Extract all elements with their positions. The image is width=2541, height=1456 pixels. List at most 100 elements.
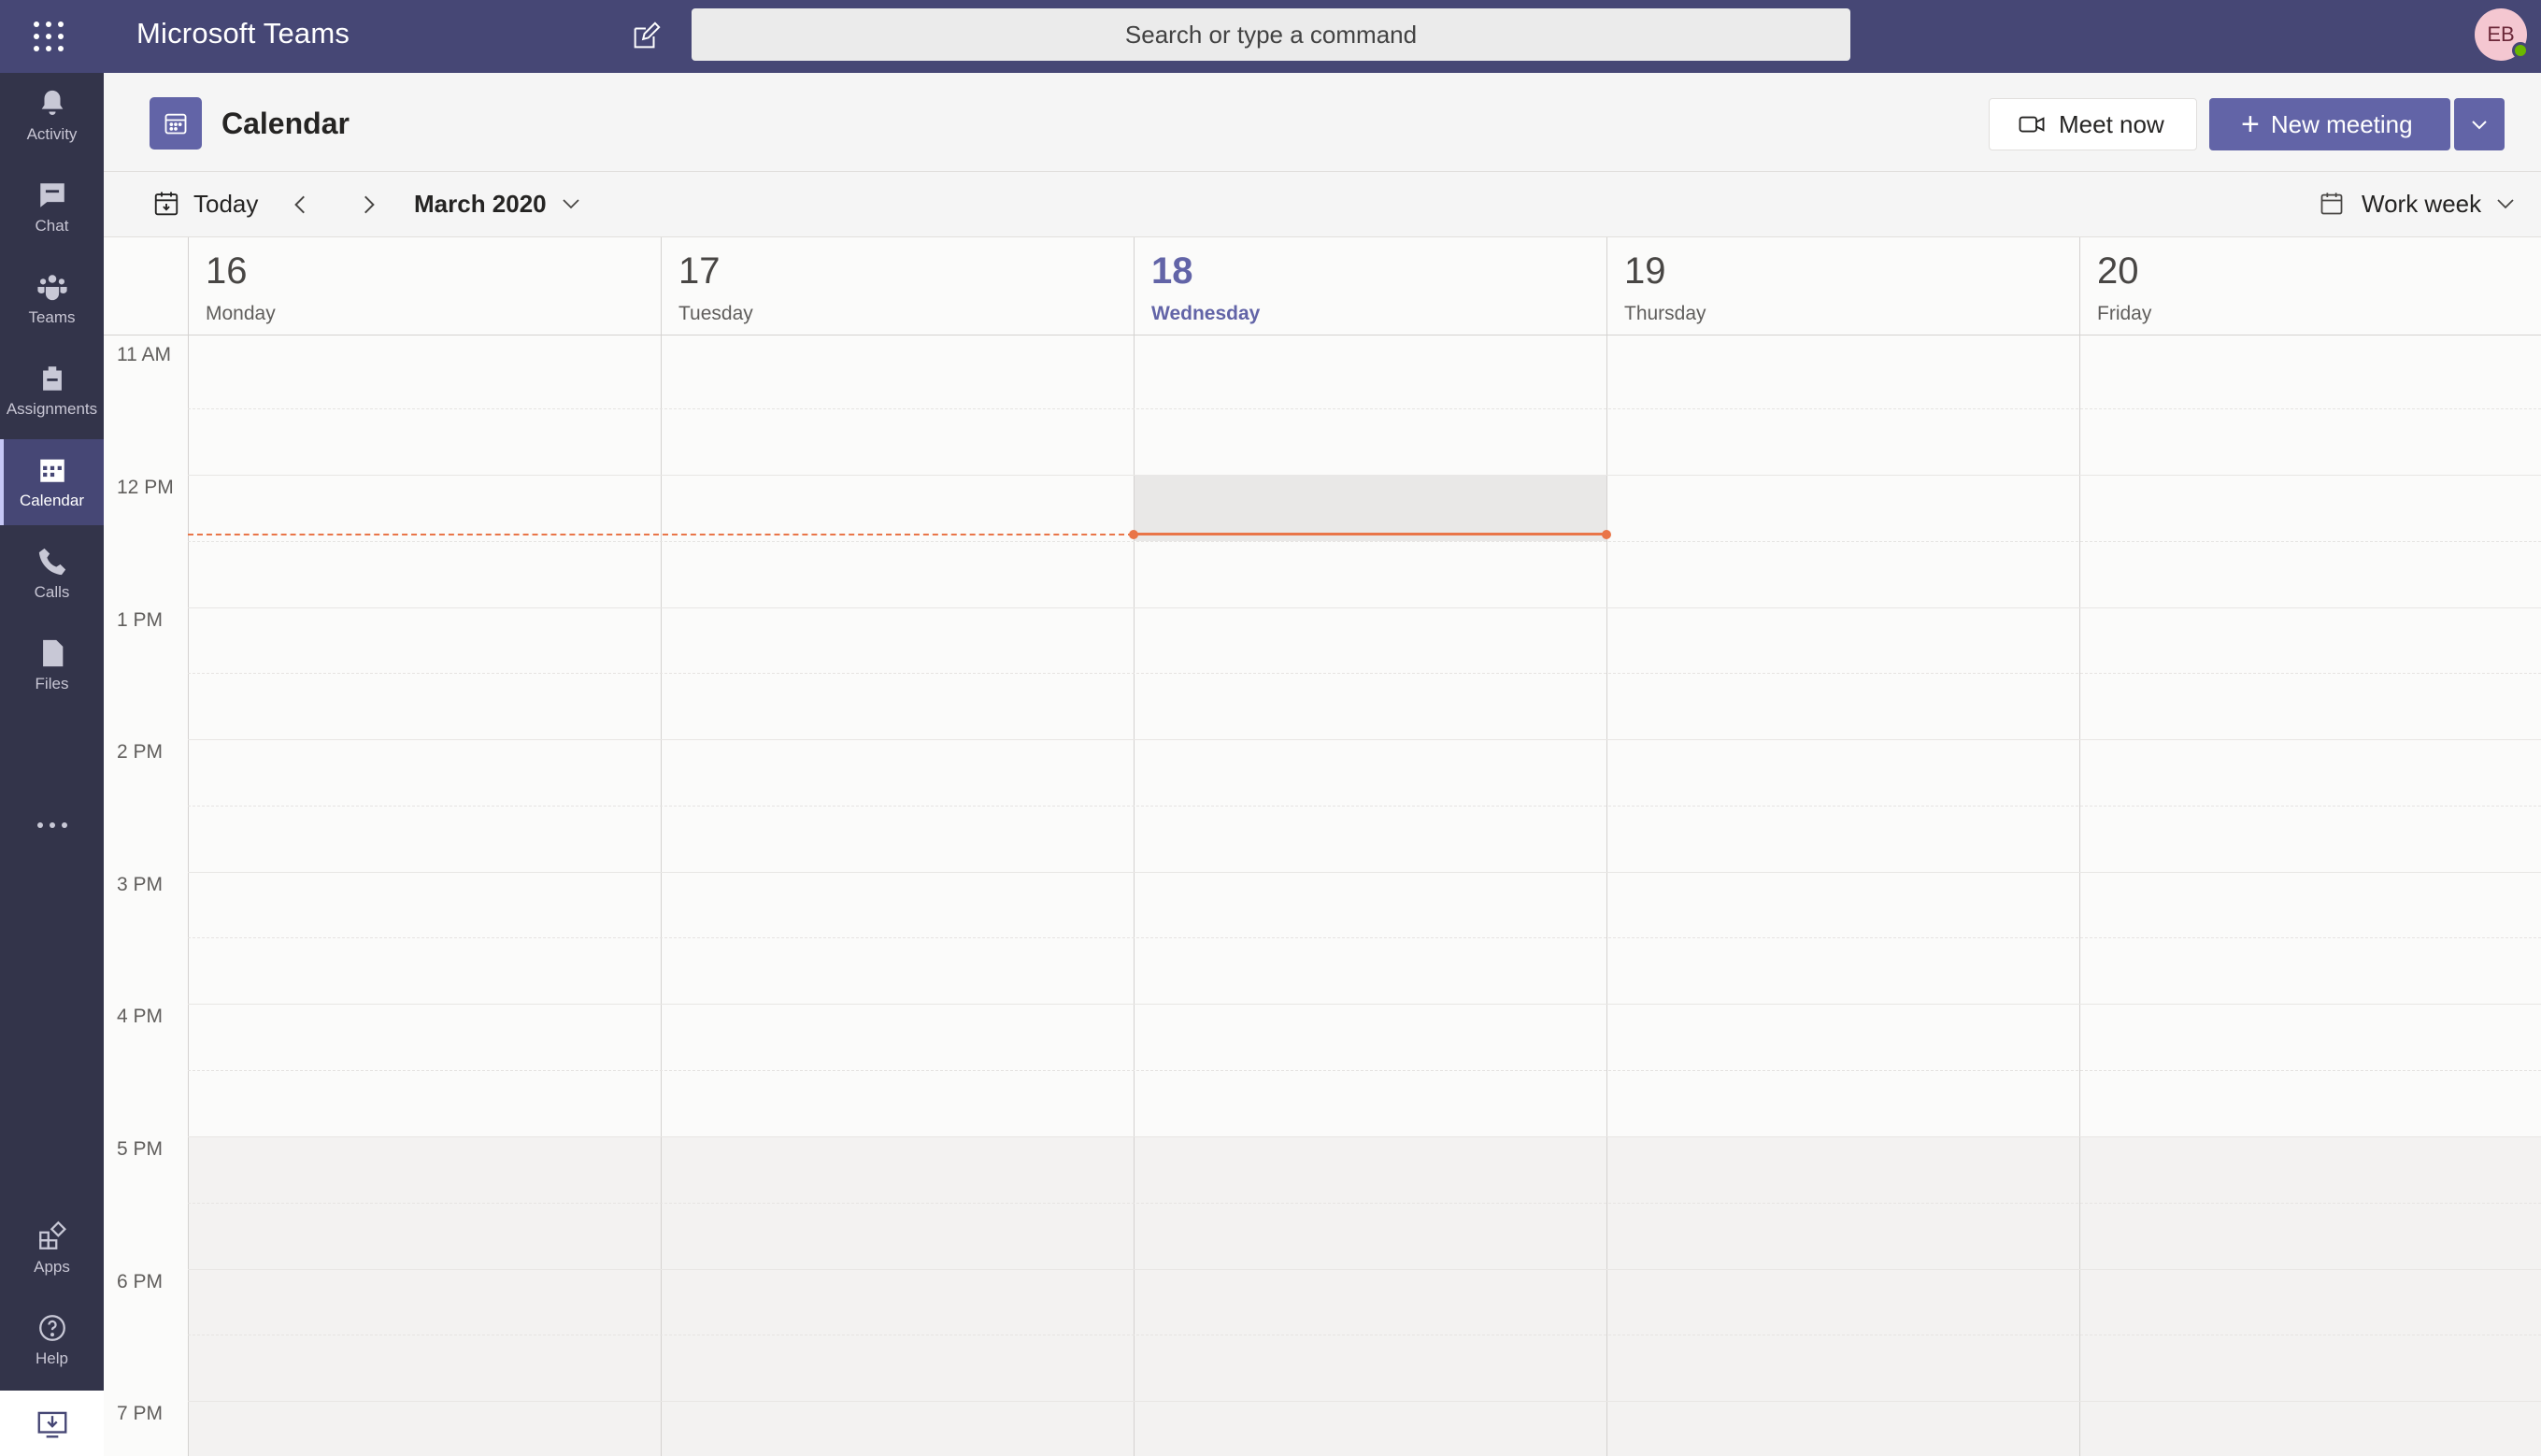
app-bar: Activity Chat Teams Assignments Calendar… bbox=[0, 73, 104, 1456]
page-title: Calendar bbox=[221, 107, 350, 140]
meet-now-label: Meet now bbox=[2059, 109, 2164, 138]
file-icon bbox=[42, 639, 63, 667]
calendar-icon bbox=[39, 459, 64, 482]
current-time-line bbox=[1134, 533, 1606, 535]
chevron-down-icon bbox=[2497, 199, 2514, 209]
current-time-line-past bbox=[188, 534, 1134, 535]
calendar-grid: 16 Monday 17 Tuesday 18 Wednesday 19 Thu… bbox=[104, 237, 2541, 1456]
day-name: Thursday bbox=[1624, 303, 1706, 324]
time-label: 3 PM bbox=[117, 874, 164, 895]
download-app-icon[interactable] bbox=[0, 1391, 104, 1456]
meet-now-button[interactable]: Meet now bbox=[1989, 98, 2197, 150]
chevron-right-icon bbox=[364, 195, 375, 214]
time-label: 5 PM bbox=[117, 1138, 164, 1160]
video-camera-icon bbox=[2019, 116, 2045, 133]
rail-label: Files bbox=[35, 675, 69, 692]
month-label: March 2020 bbox=[414, 189, 547, 218]
new-meeting-options-button[interactable] bbox=[2454, 98, 2505, 150]
avatar-initials: EB bbox=[2487, 22, 2515, 46]
time-label: 7 PM bbox=[117, 1403, 164, 1424]
day-number: 18 bbox=[1151, 250, 1193, 292]
top-bar: Microsoft Teams Search or type a command… bbox=[0, 0, 2541, 73]
rail-item-apps[interactable]: Apps bbox=[0, 1206, 104, 1292]
day-column-wednesday[interactable] bbox=[1135, 335, 1606, 475]
day-header-thursday[interactable]: 19 Thursday bbox=[1606, 237, 2079, 335]
new-meeting-button[interactable]: + New meeting bbox=[2209, 98, 2450, 150]
chat-icon bbox=[39, 183, 64, 207]
current-time-marker bbox=[1602, 530, 1611, 539]
time-label: 6 PM bbox=[117, 1271, 164, 1292]
presence-available-icon bbox=[2512, 42, 2529, 59]
rail-label: Help bbox=[36, 1349, 68, 1367]
assignments-icon bbox=[42, 366, 62, 391]
view-label: Work week bbox=[2362, 189, 2482, 218]
today-label: Today bbox=[193, 189, 259, 218]
rail-item-chat[interactable]: Chat bbox=[0, 164, 104, 250]
apps-icon bbox=[38, 1220, 66, 1249]
day-number: 17 bbox=[678, 250, 721, 292]
rail-item-calendar[interactable]: Calendar bbox=[0, 439, 104, 525]
month-picker[interactable]: March 2020 bbox=[414, 185, 582, 222]
day-column-monday[interactable] bbox=[189, 335, 661, 1456]
app-launcher-icon[interactable] bbox=[21, 10, 77, 63]
previous-week-button[interactable] bbox=[285, 189, 317, 221]
rail-label: Apps bbox=[34, 1258, 70, 1276]
rail-label: Calls bbox=[34, 583, 70, 601]
calendar-view-icon bbox=[2320, 193, 2343, 215]
day-column-tuesday[interactable] bbox=[662, 335, 1134, 1456]
time-label: 2 PM bbox=[117, 741, 164, 763]
current-time-marker bbox=[1129, 530, 1138, 539]
today-button[interactable]: Today bbox=[152, 185, 258, 222]
day-name: Friday bbox=[2097, 303, 2152, 324]
chevron-left-icon bbox=[294, 195, 305, 214]
chevron-down-icon bbox=[2472, 121, 2487, 130]
day-header-tuesday[interactable]: 17 Tuesday bbox=[661, 237, 1134, 335]
selected-time-slot[interactable] bbox=[1135, 475, 1606, 541]
day-header-wednesday[interactable]: 18 Wednesday bbox=[1134, 237, 1606, 335]
day-number: 16 bbox=[206, 250, 248, 292]
help-icon bbox=[38, 1315, 65, 1341]
day-header-friday[interactable]: 20 Friday bbox=[2079, 237, 2541, 335]
rail-item-activity[interactable]: Activity bbox=[0, 73, 104, 159]
rail-item-teams[interactable]: Teams bbox=[0, 256, 104, 342]
rail-item-files[interactable]: Files bbox=[0, 622, 104, 708]
time-label: 1 PM bbox=[117, 609, 164, 631]
rail-item-assignments[interactable]: Assignments bbox=[0, 348, 104, 434]
phone-icon bbox=[38, 548, 65, 576]
search-placeholder: Search or type a command bbox=[1124, 20, 1418, 49]
new-chat-icon[interactable] bbox=[630, 21, 662, 52]
next-week-button[interactable] bbox=[352, 189, 384, 221]
day-number: 19 bbox=[1624, 250, 1666, 292]
search-input[interactable]: Search or type a command bbox=[692, 8, 1850, 61]
day-header-monday[interactable]: 16 Monday bbox=[188, 237, 661, 335]
calendar-header: Calendar Meet now + New meeting bbox=[104, 73, 2541, 172]
day-column-friday[interactable] bbox=[2080, 335, 2541, 1456]
day-name: Monday bbox=[206, 303, 276, 324]
calendar-toolbar: Today March 2020 Work week bbox=[104, 172, 2541, 237]
avatar[interactable]: EB bbox=[2475, 8, 2529, 61]
day-name: Wednesday bbox=[1151, 303, 1261, 324]
calendar-today-icon bbox=[154, 192, 178, 216]
new-meeting-label: New meeting bbox=[2270, 109, 2413, 138]
bell-icon bbox=[41, 90, 63, 116]
rail-label: Assignments bbox=[6, 400, 98, 418]
more-apps-icon[interactable] bbox=[0, 792, 104, 858]
rail-label: Calendar bbox=[20, 492, 84, 509]
rail-label: Teams bbox=[28, 308, 76, 326]
chevron-down-icon bbox=[563, 199, 579, 209]
time-label: 4 PM bbox=[117, 1006, 164, 1027]
rail-item-help[interactable]: Help bbox=[0, 1297, 104, 1383]
day-column-thursday[interactable] bbox=[1607, 335, 2079, 1456]
day-name: Tuesday bbox=[678, 303, 753, 324]
rail-label: Chat bbox=[35, 217, 69, 235]
time-label: 11 AM bbox=[117, 344, 171, 365]
plus-icon: + bbox=[2241, 107, 2260, 142]
app-title: Microsoft Teams bbox=[136, 17, 350, 50]
teams-icon bbox=[36, 275, 67, 301]
view-switcher[interactable]: Work week bbox=[2319, 185, 2517, 222]
day-number: 20 bbox=[2097, 250, 2139, 292]
rail-label: Activity bbox=[26, 125, 78, 143]
rail-item-calls[interactable]: Calls bbox=[0, 531, 104, 617]
time-label: 12 PM bbox=[117, 477, 174, 498]
calendar-app-icon bbox=[150, 97, 202, 150]
